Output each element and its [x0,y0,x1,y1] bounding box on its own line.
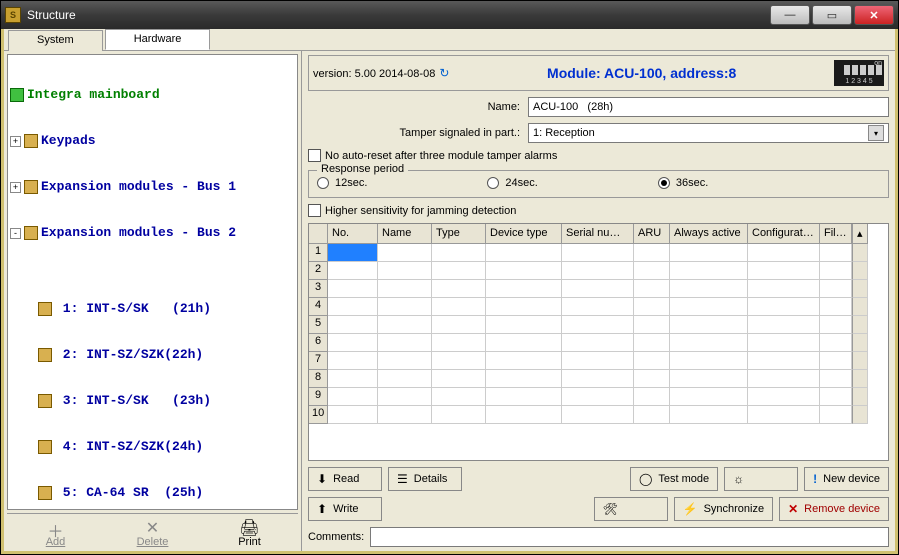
table-row[interactable]: 5 [309,316,888,334]
printer-icon: 🖨 [239,518,259,536]
radio-36sec[interactable] [658,177,670,189]
tree-item[interactable]: 3: INT-S/SK (23h) [38,393,295,409]
circle-icon: ◯ [639,472,652,486]
tree-node-mainboard[interactable]: Integra mainboard [10,87,295,103]
table-row[interactable]: 4 [309,298,888,316]
bolt-icon: ⚡ [683,502,698,516]
autoreset-checkbox[interactable] [308,149,321,162]
module-header: version: 5.00 2014-08-08↻ Module: ACU-10… [308,55,889,91]
right-pane: version: 5.00 2014-08-08↻ Module: ACU-10… [302,51,895,551]
delete-button: ✕ Delete [123,518,183,548]
folder-icon [24,180,38,194]
refresh-icon[interactable]: ↻ [439,66,449,80]
comments-label: Comments: [308,531,364,543]
test-mode-button[interactable]: ◯Test mode [630,467,718,491]
tab-hardware[interactable]: Hardware [105,29,211,50]
read-button[interactable]: ⬇Read [308,467,382,491]
synchronize-button[interactable]: ⚡Synchronize [674,497,774,521]
table-row[interactable]: 8 [309,370,888,388]
write-button[interactable]: ⬆Write [308,497,382,521]
upload-icon: ⬆ [317,502,327,516]
expand-icon[interactable]: + [10,182,21,193]
details-button[interactable]: ☰Details [388,467,462,491]
tools-button[interactable]: 🛠 [594,497,668,521]
tree-node-bus1[interactable]: +Expansion modules - Bus 1 [10,179,295,195]
devices-grid[interactable]: No. Name Type Device type Serial number … [308,223,889,461]
icon-button[interactable]: ☼ [724,467,798,491]
window-title: Structure [27,8,76,22]
hardware-tree[interactable]: Integra mainboard +Keypads +Expansion mo… [7,54,298,510]
list-icon: ☰ [397,472,408,486]
minimize-button[interactable]: — [770,5,810,25]
tree-item[interactable]: 4: INT-SZ/SZK(24h) [38,439,295,455]
plus-icon: ＋ [47,518,63,536]
app-icon: S [5,7,21,23]
tree-item[interactable]: 1: INT-S/SK (21h) [38,301,295,317]
grid-header: No. Name Type Device type Serial number … [309,224,888,244]
expand-icon[interactable]: + [10,136,21,147]
tab-system[interactable]: System [8,30,103,51]
add-button: ＋ Add [26,518,86,548]
tabstrip: System Hardware [4,29,895,51]
module-icon [38,348,52,362]
table-row[interactable]: 9 [309,388,888,406]
board-icon [10,88,24,102]
collapse-icon[interactable]: - [10,228,21,239]
table-row[interactable]: 2 [309,262,888,280]
tools-icon: 🛠 [603,502,618,516]
download-icon: ⬇ [317,472,327,486]
scroll-up-icon[interactable]: ▴ [852,224,868,244]
folder-icon [24,134,38,148]
table-row[interactable]: 6 [309,334,888,352]
autoreset-label: No auto-reset after three module tamper … [325,150,557,162]
module-icon [38,486,52,500]
response-period-group: Response period 12sec. 24sec. 36sec. [308,170,889,198]
tamper-label: Tamper signaled in part.: [308,127,528,139]
tamper-combo[interactable]: 1: Reception ▾ [528,123,889,143]
radio-12sec[interactable] [317,177,329,189]
table-row[interactable]: 10 [309,406,888,424]
remove-device-button[interactable]: ✕Remove device [779,497,889,521]
module-icon [38,394,52,408]
name-label: Name: [308,101,528,113]
module-icon [38,302,52,316]
tree-node-bus2[interactable]: -Expansion modules - Bus 2 [10,225,295,241]
comments-input[interactable] [370,527,889,547]
ring-icon: ☼ [733,472,744,486]
x-icon: ✕ [146,518,159,536]
jamming-checkbox[interactable] [308,204,321,217]
tree-item[interactable]: 2: INT-SZ/SZK(22h) [38,347,295,363]
x-icon: ✕ [788,502,798,516]
chevron-down-icon: ▾ [868,125,884,141]
table-row[interactable]: 3 [309,280,888,298]
exclaim-icon: ! [813,472,817,486]
dip-switch: on 1 2 3 4 5 [834,60,884,86]
close-button[interactable]: ✕ [854,5,894,25]
tree-node-keypads[interactable]: +Keypads [10,133,295,149]
version-text: version: 5.00 2014-08-08↻ [313,66,449,80]
new-device-button[interactable]: !New device [804,467,889,491]
action-bar: ⬇Read ☰Details ⬆Write ◯Test mode ☼ !New … [308,467,889,521]
print-button[interactable]: 🖨 Print [220,518,280,548]
structure-window: S Structure — ▭ ✕ System Hardware Integr… [0,0,899,555]
tree-item[interactable]: 5: CA-64 SR (25h) [38,485,295,501]
jamming-label: Higher sensitivity for jamming detection [325,205,516,217]
left-toolbar: ＋ Add ✕ Delete 🖨 Print [7,513,298,548]
maximize-button[interactable]: ▭ [812,5,852,25]
titlebar: S Structure — ▭ ✕ [1,1,898,29]
module-title: Module: ACU-100, address:8 [449,65,834,81]
table-row[interactable]: 1 [309,244,888,262]
radio-24sec[interactable] [487,177,499,189]
folder-icon [24,226,38,240]
name-input[interactable] [528,97,889,117]
module-icon [38,440,52,454]
left-pane: Integra mainboard +Keypads +Expansion mo… [4,51,302,551]
table-row[interactable]: 7 [309,352,888,370]
